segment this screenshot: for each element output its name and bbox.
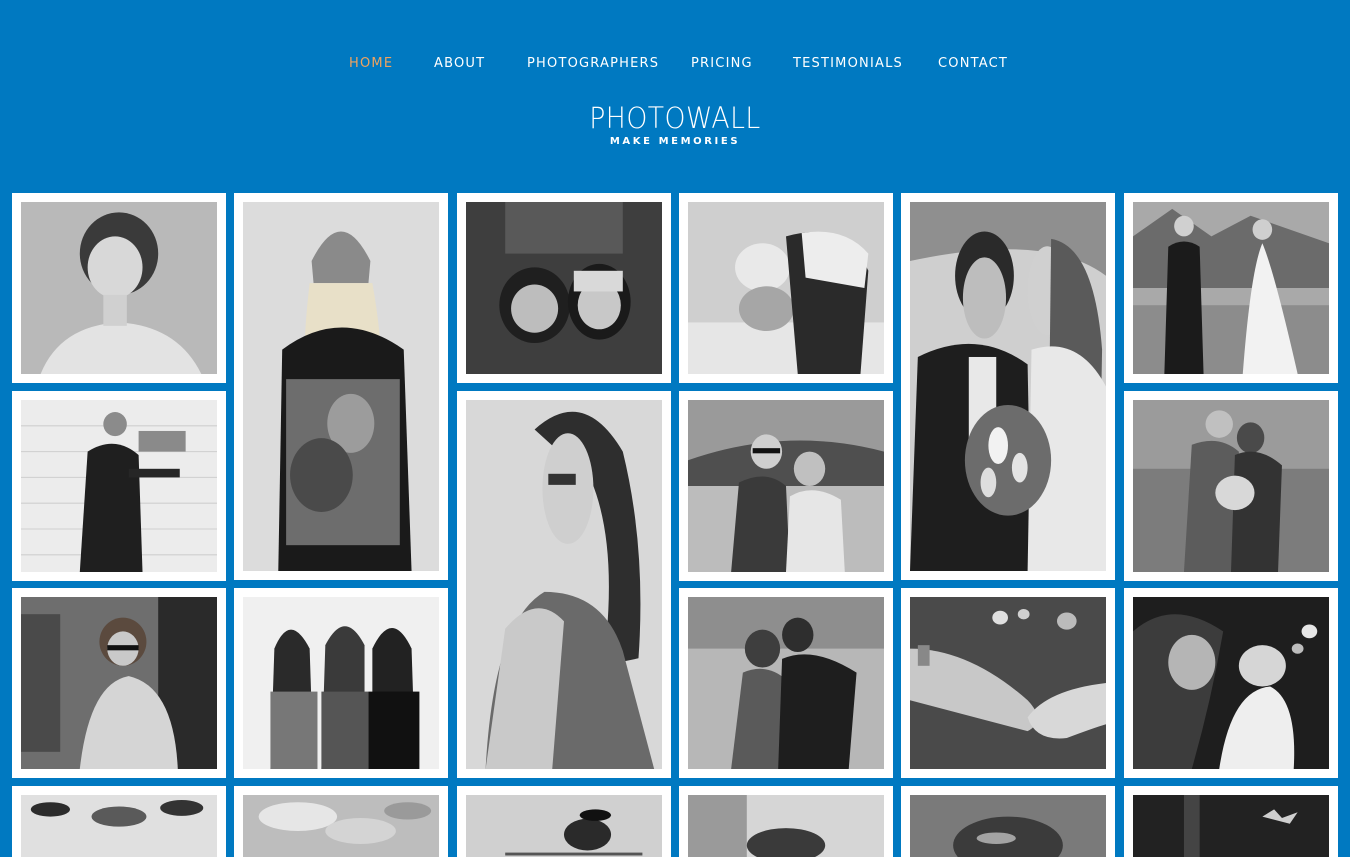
photo-monkey-closeup bbox=[910, 795, 1106, 857]
photo-pregnant-couple-forest bbox=[1133, 400, 1329, 572]
gallery-card[interactable] bbox=[679, 391, 893, 581]
gallery-card[interactable] bbox=[457, 193, 671, 383]
gallery-card[interactable] bbox=[12, 391, 226, 581]
photo-dark-forest-animal bbox=[1133, 795, 1329, 857]
photo-balloons-party bbox=[243, 795, 439, 857]
photo-woman-wavy-hair-glamour bbox=[466, 400, 662, 769]
gallery-card[interactable] bbox=[679, 588, 893, 778]
gallery-card[interactable] bbox=[1124, 391, 1338, 581]
brand-logo[interactable]: PHOTOWALL MAKE MEMORIES bbox=[0, 101, 1350, 148]
nav-home[interactable]: HOME bbox=[349, 55, 393, 73]
gallery-card[interactable] bbox=[234, 786, 448, 857]
photo-dog-on-bed bbox=[688, 795, 884, 857]
photo-wedding-couple-lakeside bbox=[1133, 202, 1329, 374]
photo-wedding-couple-bouquet bbox=[910, 202, 1106, 571]
nav-testimonials[interactable]: TESTIMONIALS bbox=[793, 55, 903, 73]
site-title: PHOTOWALL bbox=[589, 101, 761, 135]
gallery-card[interactable] bbox=[457, 391, 671, 778]
photo-man-hanging-pictures bbox=[21, 400, 217, 572]
photo-hands-engagement-ring bbox=[910, 597, 1106, 769]
site-tagline: MAKE MEMORIES bbox=[609, 136, 741, 147]
gallery-card[interactable] bbox=[1124, 193, 1338, 383]
gallery-card[interactable] bbox=[679, 193, 893, 383]
nav-pricing[interactable]: PRICING bbox=[691, 55, 753, 73]
gallery-card[interactable] bbox=[234, 193, 448, 580]
gallery-card[interactable] bbox=[1124, 588, 1338, 778]
photo-flowers-overhead bbox=[21, 795, 217, 857]
photo-couple-sunglasses-lake bbox=[688, 400, 884, 572]
gallery-card[interactable] bbox=[457, 786, 671, 857]
nav-about[interactable]: ABOUT bbox=[434, 55, 485, 73]
gallery-card[interactable] bbox=[12, 786, 226, 857]
gallery-card[interactable] bbox=[679, 786, 893, 857]
gallery-card[interactable] bbox=[234, 588, 448, 778]
nav-contact[interactable]: CONTACT bbox=[938, 55, 1008, 73]
photo-couple-kissing-street bbox=[688, 597, 884, 769]
photo-bird-on-branch bbox=[466, 795, 662, 857]
nav-photographers[interactable]: PHOTOGRAPHERS bbox=[527, 55, 659, 73]
gallery-card[interactable] bbox=[901, 588, 1115, 778]
photo-two-women-lying-covering-eyes bbox=[466, 202, 662, 374]
photo-couple-piggyback-laughing bbox=[688, 202, 884, 374]
main-nav: HOME ABOUT PHOTOGRAPHERS PRICING TESTIMO… bbox=[0, 55, 1350, 75]
photo-woman-sunglasses-sitting bbox=[21, 597, 217, 769]
gallery-card[interactable] bbox=[901, 786, 1115, 857]
photo-mother-holding-baby bbox=[1133, 597, 1329, 769]
gallery-card[interactable] bbox=[1124, 786, 1338, 857]
gallery-card[interactable] bbox=[12, 588, 226, 778]
photo-three-women-from-behind bbox=[243, 597, 439, 769]
photo-woman-beanie-holding-picture bbox=[243, 202, 439, 571]
photo-woman-portrait bbox=[21, 202, 217, 374]
page: HOME ABOUT PHOTOGRAPHERS PRICING TESTIMO… bbox=[0, 0, 1350, 857]
gallery-card[interactable] bbox=[901, 193, 1115, 580]
gallery-card[interactable] bbox=[12, 193, 226, 383]
